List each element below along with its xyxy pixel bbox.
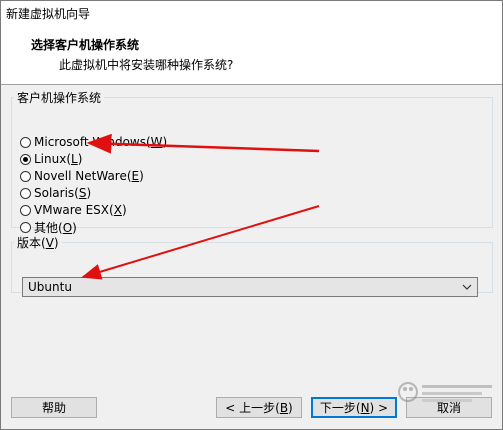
back-button[interactable]: < 上一步(B): [216, 397, 302, 418]
new-vm-wizard-window: 新建虚拟机向导 选择客户机操作系统 此虚拟机中将安装哪种操作系统? 客户机操作系…: [0, 0, 503, 430]
radio-label: 其他(O): [34, 220, 77, 235]
version-selected-value: Ubuntu: [28, 280, 72, 294]
title-bar[interactable]: 新建虚拟机向导: [1, 1, 502, 28]
radio-label: VMware ESX(X): [34, 203, 127, 217]
radio-label: Solaris(S): [34, 186, 92, 200]
radio-button-checked[interactable]: [20, 153, 31, 165]
next-button[interactable]: 下一步(N) >: [311, 397, 397, 418]
version-legend: 版本(V): [17, 236, 59, 250]
radio-other[interactable]: 其他(O): [20, 219, 77, 235]
radio-button[interactable]: [20, 170, 31, 182]
radio-button[interactable]: [20, 221, 31, 233]
guest-os-legend: 客户机操作系统: [17, 91, 102, 105]
radio-label: Novell NetWare(E): [34, 169, 144, 183]
radio-label: Linux(L): [34, 152, 83, 166]
version-group: 版本(V) Ubuntu: [11, 234, 493, 297]
chevron-down-icon[interactable]: [459, 279, 475, 295]
radio-vmware-esx[interactable]: VMware ESX(X): [20, 202, 127, 218]
guest-os-group: 客户机操作系统 Microsoft Windows(W) Linux(L) No…: [11, 89, 493, 235]
radio-netware[interactable]: Novell NetWare(E): [20, 168, 144, 184]
wizard-header: 选择客户机操作系统 此虚拟机中将安装哪种操作系统?: [1, 28, 502, 85]
radio-linux[interactable]: Linux(L): [20, 151, 82, 167]
radio-solaris[interactable]: Solaris(S): [20, 185, 91, 201]
radio-button[interactable]: [20, 204, 31, 216]
window-title: 新建虚拟机向导: [6, 7, 91, 21]
page-title: 选择客户机操作系统: [31, 38, 140, 52]
help-button[interactable]: 帮助: [11, 397, 97, 418]
version-dropdown[interactable]: Ubuntu: [22, 277, 478, 297]
radio-button[interactable]: [20, 136, 31, 148]
radio-button[interactable]: [20, 187, 31, 199]
baidu-jingyan-watermark-icon: [398, 382, 492, 402]
radio-windows[interactable]: Microsoft Windows(W): [20, 134, 167, 150]
radio-label: Microsoft Windows(W): [34, 135, 168, 149]
page-subtitle: 此虚拟机中将安装哪种操作系统?: [59, 58, 234, 72]
